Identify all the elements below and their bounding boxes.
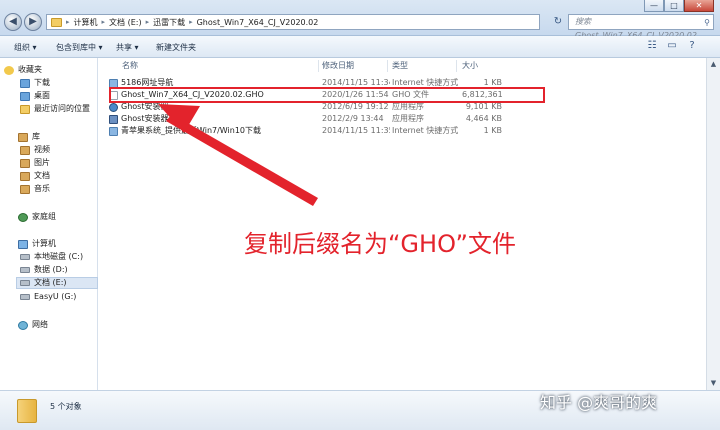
annotation-callout: 复制后缀名为“GHO”文件 bbox=[244, 230, 516, 258]
arrow-shaft bbox=[166, 114, 318, 206]
watermark: 知乎 @爽哥的爽 bbox=[540, 393, 658, 412]
annotation-arrow bbox=[158, 104, 318, 206]
